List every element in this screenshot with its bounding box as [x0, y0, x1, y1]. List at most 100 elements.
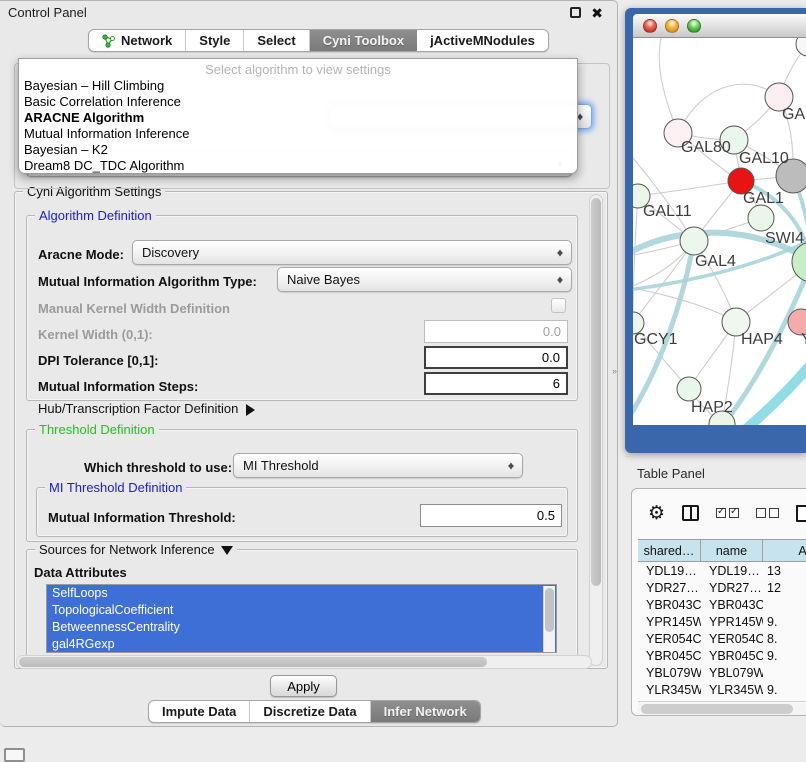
- dropdown-item-dream8-dc-tdc-algorithm[interactable]: Dream8 DC_TDC Algorithm: [19, 158, 577, 174]
- dropdown-item-bayesian-hill-climbing[interactable]: Bayesian – Hill Climbing: [19, 78, 577, 94]
- column-header-2[interactable]: name: [701, 540, 763, 561]
- file-icon[interactable]: [796, 505, 806, 522]
- table-cell: 12: [763, 579, 806, 596]
- network-edge-thick[interactable]: [745, 364, 806, 425]
- dpi-tolerance-field[interactable]: 0.0: [424, 346, 568, 369]
- node-label-gcy1: GCY1: [634, 331, 678, 348]
- network-canvas[interactable]: GALGAL80GAL10GAL1GAL11SWI4GAL4GCY1HAP4YH…: [633, 38, 806, 425]
- settings-hscroll-thumb[interactable]: [19, 657, 487, 667]
- node-label-gal11: GAL11: [643, 203, 692, 220]
- table-cell: [763, 664, 806, 681]
- attribute-item-betweennesscentrality[interactable]: BetweennessCentrality: [47, 619, 556, 636]
- tab-network[interactable]: Network: [89, 30, 186, 51]
- network-edge[interactable]: [659, 38, 678, 133]
- attributes-scroll-thumb[interactable]: [545, 588, 554, 632]
- manual-kernel-checkbox[interactable]: [551, 298, 566, 313]
- tab-select[interactable]: Select: [244, 30, 309, 51]
- network-edge[interactable]: [678, 84, 779, 133]
- table-horizontal-scrollbar[interactable]: [638, 701, 806, 715]
- table-row[interactable]: YDR27…YDR27…12: [638, 579, 806, 596]
- table-hscroll-thumb[interactable]: [641, 704, 793, 714]
- tab-label: Discretize Data: [263, 704, 356, 719]
- collapsed-panel-icon[interactable]: [4, 748, 25, 762]
- tab-label: Impute Data: [162, 704, 236, 719]
- table-cell: YBR043C: [701, 596, 763, 613]
- table-cell: YBR045C: [701, 647, 763, 664]
- attribute-item-topologicalcoefficient[interactable]: TopologicalCoefficient: [47, 602, 556, 619]
- attribute-item-selfloops[interactable]: SelfLoops: [47, 585, 556, 602]
- dropdown-item-aracne-algorithm[interactable]: ARACNE Algorithm: [19, 110, 577, 126]
- data-attributes-list[interactable]: SelfLoopsTopologicalCoefficientBetweenne…: [46, 584, 557, 653]
- unchecked-pair-icon[interactable]: [756, 508, 779, 518]
- table-row[interactable]: YLR345WYLR345W9.: [638, 681, 806, 698]
- table-cell: YDL19…: [701, 562, 763, 579]
- table-row[interactable]: YBR045CYBR045C9.: [638, 647, 806, 664]
- table-cell: YDR27…: [638, 579, 701, 596]
- dropdown-item-basic-correlation-inference[interactable]: Basic Correlation Inference: [19, 94, 577, 110]
- table-row[interactable]: YBR043CYBR043C: [638, 596, 806, 613]
- attribute-item-gal4rgexp[interactable]: gal4RGexp: [47, 636, 556, 653]
- dropdown-item-bayesian-k2[interactable]: Bayesian – K2: [19, 142, 577, 158]
- table-cell: YLR345W: [638, 681, 701, 698]
- manual-kernel-label: Manual Kernel Width Definition: [38, 301, 230, 316]
- gear-icon[interactable]: ⚙: [648, 504, 665, 523]
- tab-impute-data[interactable]: Impute Data: [149, 701, 250, 722]
- node-table: shared…nameA YDL19…YDL19…13YDR27…YDR27…1…: [638, 539, 806, 715]
- network-view-window: GALGAL80GAL10GAL1GAL11SWI4GAL4GCY1HAP4YH…: [625, 8, 806, 453]
- settings-horizontal-scrollbar[interactable]: [16, 655, 592, 669]
- table-row[interactable]: YBL079WYBL079W: [638, 664, 806, 681]
- column-header-3[interactable]: A: [763, 540, 806, 561]
- tab-label: Style: [199, 33, 230, 48]
- table-panel: ⚙ shared…nameA YDL19…YDL19…13YDR27…YDR27…: [631, 488, 806, 716]
- dropdown-item-mutual-information-inference[interactable]: Mutual Information Inference: [19, 126, 577, 142]
- network-edge[interactable]: [633, 196, 638, 323]
- column-header-1[interactable]: shared…: [638, 540, 701, 561]
- node-label-gal1: GAL1: [743, 190, 784, 207]
- table-row[interactable]: YER054CYER054C8.: [638, 630, 806, 647]
- tab-discretize-data[interactable]: Discretize Data: [250, 701, 370, 722]
- hub-definition-expander[interactable]: Hub/Transcription Factor Definition: [38, 401, 261, 416]
- table-row[interactable]: YDL19…YDL19…13: [638, 562, 806, 579]
- table-row[interactable]: YPR145WYPR145W9.: [638, 613, 806, 630]
- mi-type-combo[interactable]: Naive Bayes: [277, 267, 572, 292]
- apply-button[interactable]: Apply: [270, 675, 337, 697]
- close-icon[interactable]: ✖: [591, 5, 603, 22]
- table-cell: YBR045C: [638, 647, 701, 664]
- tab-jactivemnodules[interactable]: jActiveMNodules: [417, 30, 548, 51]
- mi-steps-field[interactable]: 6: [424, 372, 568, 395]
- network-node-swi4[interactable]: [748, 205, 774, 231]
- mi-threshold-field[interactable]: 0.5: [420, 504, 562, 527]
- table-panel-divider: [625, 456, 806, 457]
- network-graph[interactable]: GALGAL80GAL10GAL1GAL11SWI4GAL4GCY1HAP4YH…: [633, 38, 806, 425]
- attributes-scrollbar[interactable]: [543, 586, 555, 652]
- control-panel-window: Control Panel ✖ NetworkStyleSelectCyni T…: [0, 0, 618, 727]
- kernel-width-field[interactable]: 0.0: [424, 320, 568, 343]
- apply-button-label: Apply: [287, 679, 320, 694]
- network-node-gal4[interactable]: [680, 227, 708, 255]
- zoom-traffic-light-icon[interactable]: [687, 19, 701, 33]
- node-label-hap4: HAP4: [741, 331, 783, 348]
- tab-style[interactable]: Style: [186, 30, 244, 51]
- expand-right-icon: [246, 404, 261, 416]
- sources-group-title[interactable]: Sources for Network Inference: [35, 542, 237, 561]
- tab-infer-network[interactable]: Infer Network: [371, 701, 480, 722]
- float-window-icon[interactable]: [570, 7, 581, 18]
- which-threshold-combo[interactable]: MI Threshold: [233, 453, 523, 478]
- columns-icon[interactable]: [682, 505, 699, 521]
- minimize-traffic-light-icon[interactable]: [665, 19, 679, 33]
- table-cell: 13: [763, 562, 806, 579]
- tab-cyni-toolbox[interactable]: Cyni Toolbox: [310, 30, 417, 51]
- close-traffic-light-icon[interactable]: [643, 19, 657, 33]
- network-node[interactable]: [796, 38, 806, 56]
- aracne-mode-combo[interactable]: Discovery: [132, 240, 572, 265]
- which-threshold-label: Which threshold to use:: [84, 460, 232, 475]
- table-cell: YDR27…: [701, 579, 763, 596]
- checked-pair-icon[interactable]: [716, 508, 739, 518]
- settings-vertical-scrollbar[interactable]: [589, 194, 603, 666]
- split-divider-handle[interactable]: »: [612, 366, 617, 376]
- network-node-hap2[interactable]: [677, 377, 701, 401]
- network-window-titlebar[interactable]: [633, 14, 806, 38]
- settings-vscroll-thumb[interactable]: [591, 198, 601, 586]
- which-threshold-value: MI Threshold: [243, 458, 319, 473]
- sources-title-text: Sources for Network Inference: [39, 542, 215, 557]
